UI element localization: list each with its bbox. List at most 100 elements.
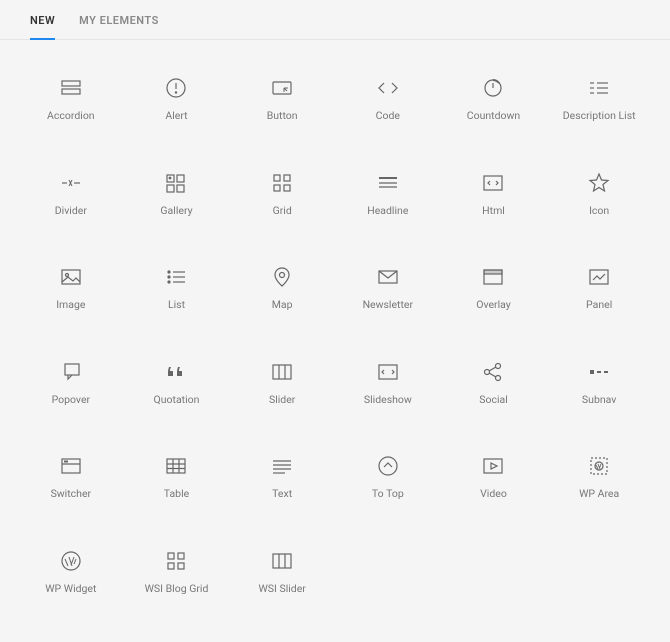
table-icon — [164, 454, 188, 478]
wsi-blog-grid-icon — [164, 549, 188, 573]
element-list[interactable]: List — [126, 259, 228, 318]
element-label: Divider — [55, 205, 87, 218]
element-label: Subnav — [582, 394, 616, 407]
element-label: Newsletter — [363, 299, 414, 312]
element-panel[interactable]: Panel — [548, 259, 650, 318]
element-label: Slider — [269, 394, 295, 407]
text-icon — [270, 454, 294, 478]
element-code[interactable]: Code — [337, 70, 439, 129]
element-switcher[interactable]: Switcher — [20, 448, 122, 507]
popover-icon — [59, 360, 83, 384]
element-label: Headline — [367, 205, 408, 218]
element-wp-area[interactable]: WP Area — [548, 448, 650, 507]
element-accordion[interactable]: Accordion — [20, 70, 122, 129]
button-icon — [270, 76, 294, 100]
element-label: Description List — [563, 110, 636, 123]
element-icon[interactable]: Icon — [548, 165, 650, 224]
element-wsi-blog-grid[interactable]: WSI Blog Grid — [126, 543, 228, 602]
element-alert[interactable]: Alert — [126, 70, 228, 129]
element-label: WSI Blog Grid — [145, 583, 209, 596]
list-icon — [164, 265, 188, 289]
panel-icon — [587, 265, 611, 289]
tab-new[interactable]: NEW — [30, 14, 55, 39]
description-list-icon — [587, 76, 611, 100]
element-newsletter[interactable]: Newsletter — [337, 259, 439, 318]
element-label: Countdown — [467, 110, 520, 123]
slider-icon — [270, 360, 294, 384]
element-headline[interactable]: Headline — [337, 165, 439, 224]
element-subnav[interactable]: Subnav — [548, 354, 650, 413]
element-label: Grid — [273, 205, 292, 218]
element-slider[interactable]: Slider — [231, 354, 333, 413]
element-label: WSI Slider — [258, 583, 305, 596]
element-label: Icon — [589, 205, 609, 218]
tab-my-elements[interactable]: MY ELEMENTS — [79, 14, 159, 39]
element-grid: Accordion Alert Button Code Countdown Descrip… — [0, 40, 670, 642]
map-icon — [270, 265, 294, 289]
html-icon — [481, 171, 505, 195]
element-image[interactable]: Image — [20, 259, 122, 318]
element-label: Slideshow — [364, 394, 412, 407]
element-wp-widget[interactable]: WP Widget — [20, 543, 122, 602]
image-icon — [59, 265, 83, 289]
quotation-icon — [164, 360, 188, 384]
element-map[interactable]: Map — [231, 259, 333, 318]
overlay-icon — [481, 265, 505, 289]
countdown-icon — [481, 76, 505, 100]
element-label: Alert — [165, 110, 187, 123]
element-label: Html — [482, 205, 505, 218]
element-label: Button — [267, 110, 298, 123]
element-overlay[interactable]: Overlay — [443, 259, 545, 318]
wsi-slider-icon — [270, 549, 294, 573]
element-countdown[interactable]: Countdown — [443, 70, 545, 129]
alert-icon — [164, 76, 188, 100]
element-label: Code — [376, 110, 400, 123]
element-popover[interactable]: Popover — [20, 354, 122, 413]
element-grid[interactable]: Grid — [231, 165, 333, 224]
element-wsi-slider[interactable]: WSI Slider — [231, 543, 333, 602]
video-icon — [481, 454, 505, 478]
social-icon — [481, 360, 505, 384]
element-label: Gallery — [160, 205, 192, 218]
accordion-icon — [59, 76, 83, 100]
tabs: NEW MY ELEMENTS — [0, 0, 670, 40]
element-table[interactable]: Table — [126, 448, 228, 507]
element-social[interactable]: Social — [443, 354, 545, 413]
element-to-top[interactable]: To Top — [337, 448, 439, 507]
element-label: Panel — [586, 299, 612, 312]
element-label: Social — [479, 394, 508, 407]
element-label: Video — [480, 488, 507, 501]
element-video[interactable]: Video — [443, 448, 545, 507]
element-html[interactable]: Html — [443, 165, 545, 224]
element-text[interactable]: Text — [231, 448, 333, 507]
element-label: Map — [272, 299, 293, 312]
element-label: Overlay — [476, 299, 511, 312]
element-button[interactable]: Button — [231, 70, 333, 129]
element-gallery[interactable]: Gallery — [126, 165, 228, 224]
grid-icon — [270, 171, 294, 195]
element-label: WP Widget — [45, 583, 96, 596]
slideshow-icon — [376, 360, 400, 384]
element-label: Table — [164, 488, 189, 501]
element-label: Image — [56, 299, 85, 312]
to-top-icon — [376, 454, 400, 478]
wp-widget-icon — [59, 549, 83, 573]
element-quotation[interactable]: Quotation — [126, 354, 228, 413]
newsletter-icon — [376, 265, 400, 289]
element-label: Text — [272, 488, 292, 501]
element-label: Quotation — [154, 394, 200, 407]
headline-icon — [376, 171, 400, 195]
element-description-list[interactable]: Description List — [548, 70, 650, 129]
element-slideshow[interactable]: Slideshow — [337, 354, 439, 413]
switcher-icon — [59, 454, 83, 478]
element-label: List — [168, 299, 185, 312]
element-label: Accordion — [47, 110, 95, 123]
code-icon — [376, 76, 400, 100]
subnav-icon — [587, 360, 611, 384]
divider-icon — [59, 171, 83, 195]
element-label: WP Area — [579, 488, 619, 501]
element-divider[interactable]: Divider — [20, 165, 122, 224]
gallery-icon — [164, 171, 188, 195]
element-label: To Top — [372, 488, 404, 501]
element-label: Popover — [52, 394, 91, 407]
